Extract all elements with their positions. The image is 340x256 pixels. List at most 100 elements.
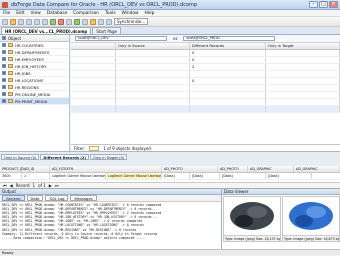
table-icon bbox=[8, 78, 13, 82]
list-item[interactable]: HR.EMPLOYEES bbox=[0, 56, 69, 63]
prev-record-icon[interactable]: ◀ bbox=[10, 183, 13, 188]
column-header[interactable]: AD_PHOTO bbox=[218, 166, 248, 172]
row-checkbox[interactable] bbox=[2, 85, 6, 89]
tab-comparison[interactable]: HR (ORCL_DEV vs...CL_PROD).dcomp bbox=[1, 27, 92, 34]
run-icon[interactable] bbox=[74, 18, 80, 25]
tab-sql-log[interactable]: SQL Log bbox=[45, 195, 69, 201]
column-header[interactable]: AD_ID bbox=[22, 166, 50, 172]
tab-only-in-source[interactable]: Only in Source (0) bbox=[1, 154, 40, 160]
record-label: Record bbox=[15, 183, 30, 188]
table-row[interactable] bbox=[71, 99, 340, 106]
list-item[interactable]: HR.JOBS bbox=[0, 70, 69, 77]
table-icon bbox=[8, 43, 13, 47]
row-checkbox[interactable] bbox=[2, 57, 6, 61]
row-checkbox[interactable] bbox=[2, 92, 6, 96]
window-title: dbForge Data Compare for Oracle - HR (OR… bbox=[11, 2, 198, 8]
save-icon[interactable] bbox=[18, 18, 24, 25]
open-icon[interactable] bbox=[10, 18, 16, 25]
table-row[interactable]: 2 bbox=[71, 64, 340, 71]
column-header[interactable]: AD_PHOTO bbox=[162, 166, 218, 172]
tab-start-page[interactable]: Start Page bbox=[92, 27, 122, 34]
filter-icon[interactable] bbox=[82, 18, 88, 25]
column-header[interactable]: Different Records bbox=[190, 43, 266, 49]
row-checkbox[interactable] bbox=[2, 50, 6, 54]
tab-general[interactable]: General bbox=[2, 195, 25, 201]
copy-icon[interactable] bbox=[34, 18, 40, 25]
menu-view[interactable]: View bbox=[31, 10, 41, 17]
row-checkbox[interactable] bbox=[2, 99, 6, 103]
minimize-button[interactable]: – bbox=[309, 1, 318, 8]
tab-data[interactable]: Data bbox=[26, 195, 44, 201]
options-icon[interactable] bbox=[90, 18, 96, 25]
menu-comparison[interactable]: Comparison bbox=[73, 10, 99, 17]
compare-icon[interactable] bbox=[50, 18, 56, 25]
list-item[interactable]: HR.LOCATIONS bbox=[0, 77, 69, 84]
close-button[interactable]: ✕ bbox=[329, 1, 338, 8]
synchronize-button[interactable]: Synchronize... bbox=[114, 18, 149, 25]
column-header[interactable]: Only in Target bbox=[266, 43, 340, 49]
table-row[interactable]: 0 bbox=[71, 50, 340, 57]
source-connection[interactable]: scott@ORCL_DEV bbox=[75, 36, 167, 41]
list-item[interactable]: PM.PRINT_MEDIA bbox=[0, 98, 69, 105]
object-name: HR.EMPLOYEES bbox=[15, 56, 44, 62]
list-item[interactable]: HR.DEPARTMENTS bbox=[0, 49, 69, 56]
records-grid: PRODUCT_ID AD_ID AD_FLTEXTN AD_PHOTO AD_… bbox=[0, 166, 340, 182]
tab-different-records[interactable]: Different Records (2) bbox=[40, 154, 89, 160]
list-item[interactable]: PM.ONLINE_MEDIA bbox=[0, 91, 69, 98]
column-header[interactable]: AD_FLTEXTN bbox=[50, 166, 162, 172]
filter-status: 1 of 9 objects displayed bbox=[103, 145, 151, 151]
column-header[interactable]: AD_GRAPHIC bbox=[248, 166, 294, 172]
table-icon bbox=[8, 64, 13, 68]
table-row[interactable] bbox=[71, 85, 340, 92]
filter-input[interactable] bbox=[89, 145, 100, 151]
column-header[interactable]: PRODUCT_ID bbox=[0, 166, 24, 172]
maximize-button[interactable]: □ bbox=[319, 1, 328, 8]
tab-messages[interactable]: Messages bbox=[70, 195, 97, 201]
row-checkbox[interactable] bbox=[2, 43, 6, 47]
target-connection[interactable]: scott@ORCL_PROD bbox=[183, 36, 276, 41]
menu-window[interactable]: Window bbox=[122, 10, 139, 17]
row-checkbox[interactable] bbox=[2, 64, 6, 68]
comparison-grid: scott@ORCL_DEV vs scott@ORCL_PROD Only i… bbox=[71, 35, 340, 151]
report-icon[interactable] bbox=[98, 18, 104, 25]
table-row[interactable]: 0 bbox=[71, 78, 340, 85]
menu-tools[interactable]: Tools bbox=[105, 10, 116, 17]
list-item[interactable]: HR.JOB_HISTORY bbox=[0, 63, 69, 70]
menu-database[interactable]: Database bbox=[47, 10, 68, 17]
object-list-header: Object bbox=[0, 35, 69, 42]
next-record-icon[interactable]: ▶ bbox=[49, 183, 52, 188]
list-item[interactable]: HR.REGIONS bbox=[0, 84, 69, 91]
table-row[interactable]: 3000 1 Logitech Gamer Mouse Userbase Ras… bbox=[0, 173, 340, 180]
menu-file[interactable]: File bbox=[3, 10, 10, 17]
row-checkbox[interactable] bbox=[2, 71, 6, 75]
object-name: HR.COUNTRIES bbox=[15, 42, 44, 48]
menu-bar: File Edit View Database Comparison Tools… bbox=[0, 10, 340, 17]
table-row[interactable] bbox=[71, 71, 340, 78]
grid-header: Only in Source Different Records Only in… bbox=[71, 43, 340, 50]
refresh-icon[interactable] bbox=[66, 18, 72, 25]
object-list: HR.COUNTRIES HR.DEPARTMENTS HR.EMPLOYEES… bbox=[0, 42, 69, 105]
mousepad-dark-image bbox=[230, 202, 274, 230]
last-record-icon[interactable]: ⏭ bbox=[55, 183, 59, 188]
tab-only-in-target[interactable]: Only in Target (0) bbox=[90, 154, 128, 160]
first-record-icon[interactable]: ⏮ bbox=[3, 183, 7, 188]
row-checkbox[interactable] bbox=[2, 78, 6, 82]
table-row[interactable] bbox=[71, 106, 340, 113]
table-icon bbox=[8, 92, 13, 96]
cut-icon[interactable] bbox=[26, 18, 32, 25]
object-list-panel: Object HR.COUNTRIES HR.DEPARTMENTS HR.EM… bbox=[0, 35, 70, 151]
export-icon[interactable] bbox=[106, 18, 112, 25]
new-icon[interactable] bbox=[2, 18, 8, 25]
column-header[interactable]: Only in Source bbox=[116, 43, 190, 49]
select-all-checkbox[interactable] bbox=[2, 36, 6, 40]
table-row[interactable]: 0 bbox=[71, 57, 340, 64]
menu-help[interactable]: Help bbox=[145, 10, 155, 17]
column-header[interactable]: AD_GRAPHIC bbox=[294, 166, 340, 172]
stop-icon[interactable] bbox=[58, 18, 64, 25]
table-row[interactable] bbox=[71, 92, 340, 99]
list-item[interactable]: HR.COUNTRIES bbox=[0, 42, 69, 49]
paste-icon[interactable] bbox=[42, 18, 48, 25]
record-current[interactable]: 1 bbox=[33, 183, 36, 188]
menu-edit[interactable]: Edit bbox=[16, 10, 24, 17]
output-tabs: General Data SQL Log Messages bbox=[0, 195, 221, 202]
